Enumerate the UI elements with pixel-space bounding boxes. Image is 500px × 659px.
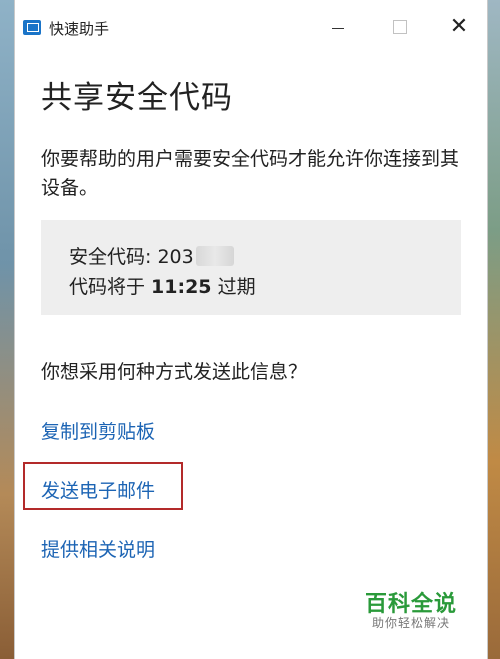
minimize-icon xyxy=(332,28,344,29)
send-method-question: 你想采用何种方式发送此信息？ xyxy=(41,361,308,383)
security-code-value: 203 xyxy=(157,246,194,268)
provide-instructions-link[interactable]: 提供相关说明 xyxy=(41,535,155,562)
redacted-code-blur xyxy=(195,246,234,266)
page-title: 共享安全代码 xyxy=(41,80,233,116)
expiry-time: 11:25 xyxy=(151,276,212,298)
minimize-button[interactable] xyxy=(317,12,357,42)
desktop-wallpaper-left xyxy=(0,0,14,659)
code-expiry-line: 代码将于 11:25 过期 xyxy=(69,272,256,299)
close-icon: ✕ xyxy=(449,14,469,39)
security-code-label: 安全代码: xyxy=(69,246,158,268)
watermark-subtitle: 助你轻松解决 xyxy=(372,616,451,630)
expiry-prefix: 代码将于 xyxy=(69,276,152,298)
desktop-wallpaper-right xyxy=(486,0,500,659)
security-code-panel: 安全代码: 203 代码将于 11:25 过期 xyxy=(41,220,461,315)
send-email-link[interactable]: 发送电子邮件 xyxy=(41,476,155,503)
instruction-text: 你要帮助的用户需要安全代码才能允许你连接到其设备。 xyxy=(41,148,460,199)
close-button[interactable]: ✕ xyxy=(439,12,479,42)
copy-to-clipboard-link[interactable]: 复制到剪贴板 xyxy=(41,417,155,444)
security-code-line: 安全代码: 203 xyxy=(69,242,234,269)
maximize-button[interactable] xyxy=(379,12,419,42)
window-title: 快速助手 xyxy=(49,20,110,38)
maximize-icon xyxy=(393,20,407,34)
quick-assist-app-icon xyxy=(23,20,41,35)
expiry-suffix: 过期 xyxy=(211,276,256,298)
quick-assist-window: 快速助手 ✕ 共享安全代码 你要帮助的用户需要安全代码才能允许你连接到其设备。 … xyxy=(14,0,488,659)
title-bar[interactable]: 快速助手 ✕ xyxy=(15,0,487,52)
